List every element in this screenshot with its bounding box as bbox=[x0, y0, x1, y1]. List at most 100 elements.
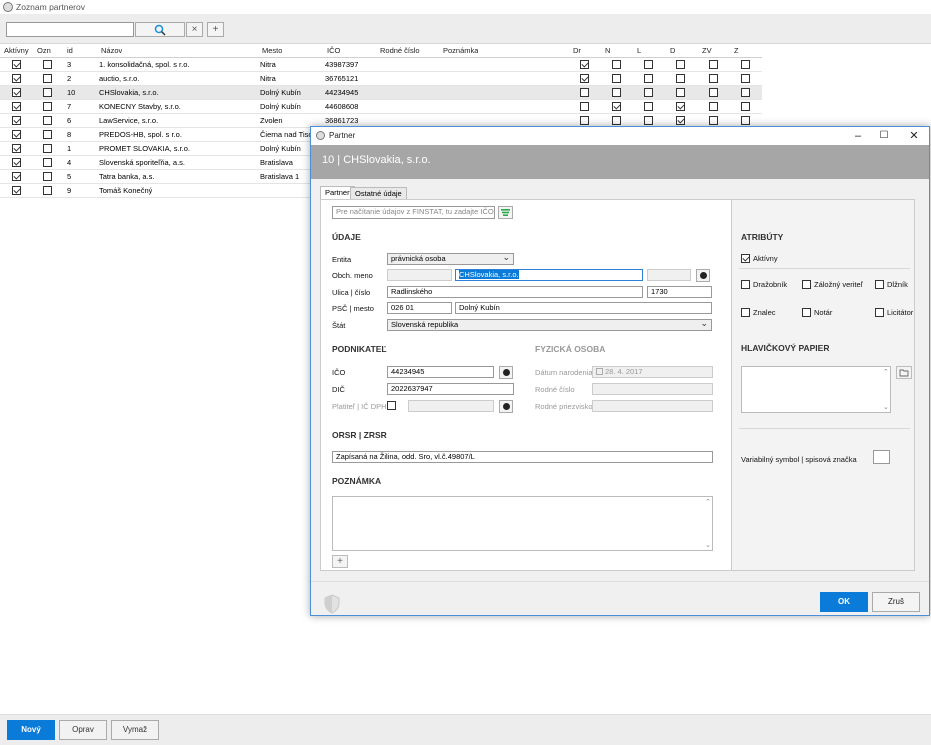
flag-cell-checkbox[interactable] bbox=[580, 116, 589, 125]
col-d[interactable]: D bbox=[670, 46, 675, 55]
flag-cell-checkbox[interactable] bbox=[676, 102, 685, 111]
aktivny-cell-checkbox[interactable] bbox=[12, 74, 21, 83]
aktivny-cell-checkbox[interactable] bbox=[12, 88, 21, 97]
aktivny-cell-checkbox[interactable] bbox=[12, 116, 21, 125]
drazobnik-checkbox[interactable] bbox=[741, 280, 750, 289]
zalozny-veritel-checkbox[interactable] bbox=[802, 280, 811, 289]
flag-cell-checkbox[interactable] bbox=[741, 88, 750, 97]
flag-cell-checkbox[interactable] bbox=[741, 116, 750, 125]
flag-cell-checkbox[interactable] bbox=[580, 60, 589, 69]
col-poznamka[interactable]: Poznámka bbox=[443, 46, 478, 55]
aktivny-cell-checkbox[interactable] bbox=[12, 172, 21, 181]
maximize-button[interactable]: ☐ bbox=[869, 129, 899, 143]
aktivny-cell-checkbox[interactable] bbox=[12, 158, 21, 167]
stat-select[interactable]: Slovenská republika bbox=[387, 319, 712, 331]
aktivny-cell-checkbox[interactable] bbox=[12, 102, 21, 111]
close-button[interactable]: ✕ bbox=[899, 129, 929, 143]
col-z[interactable]: Z bbox=[734, 46, 739, 55]
flag-cell-checkbox[interactable] bbox=[644, 116, 653, 125]
obch-meno-suffix-field[interactable] bbox=[647, 269, 691, 281]
ozn-cell-checkbox[interactable] bbox=[43, 144, 52, 153]
flag-cell-checkbox[interactable] bbox=[612, 74, 621, 83]
finstat-load-button[interactable] bbox=[498, 206, 513, 219]
flag-cell-checkbox[interactable] bbox=[709, 102, 718, 111]
psc-field[interactable]: 026 01 bbox=[387, 302, 452, 314]
col-ozn[interactable]: Ozn bbox=[37, 46, 51, 55]
search-button[interactable] bbox=[135, 22, 185, 37]
col-rodne-cislo[interactable]: Rodné číslo bbox=[380, 46, 420, 55]
col-aktivny[interactable]: Aktívny bbox=[4, 46, 29, 55]
ozn-cell-checkbox[interactable] bbox=[43, 74, 52, 83]
ulica-field[interactable]: Radlinského bbox=[387, 286, 643, 298]
rodne-cislo-field[interactable] bbox=[592, 383, 713, 395]
flag-cell-checkbox[interactable] bbox=[612, 88, 621, 97]
cancel-button[interactable]: Zruš bbox=[872, 592, 920, 612]
col-dr[interactable]: Dr bbox=[573, 46, 581, 55]
flag-cell-checkbox[interactable] bbox=[676, 88, 685, 97]
mesto-field[interactable]: Dolný Kubín bbox=[455, 302, 712, 314]
col-nazov[interactable]: Názov bbox=[101, 46, 122, 55]
hp-scroll-up-icon[interactable]: ⌃ bbox=[883, 368, 889, 376]
ozn-cell-checkbox[interactable] bbox=[43, 158, 52, 167]
aktivny-cell-checkbox[interactable] bbox=[12, 60, 21, 69]
entita-select[interactable]: právnická osoba bbox=[387, 253, 514, 265]
table-row[interactable]: 10 CHSlovakia, s.r.o. Dolný Kubín 44234945 bbox=[0, 86, 762, 100]
flag-cell-checkbox[interactable] bbox=[644, 88, 653, 97]
col-zv[interactable]: ZV bbox=[702, 46, 712, 55]
ozn-cell-checkbox[interactable] bbox=[43, 88, 52, 97]
flag-cell-checkbox[interactable] bbox=[580, 88, 589, 97]
ico-lookup-button[interactable] bbox=[499, 366, 513, 379]
table-row[interactable]: 3 1. konsolidačná, spol. s r.o. Nitra 43987… bbox=[0, 58, 762, 72]
ic-dph-lookup-button[interactable] bbox=[499, 400, 513, 413]
scroll-down-icon[interactable]: ⌄ bbox=[705, 541, 711, 549]
platitel-dph-checkbox[interactable] bbox=[387, 401, 396, 410]
obch-meno-prefix-field[interactable] bbox=[387, 269, 452, 281]
datum-enable-checkbox[interactable] bbox=[596, 368, 603, 375]
aktivny-cell-checkbox[interactable] bbox=[12, 186, 21, 195]
new-button[interactable]: Nový bbox=[7, 720, 55, 740]
add-filter-button[interactable]: + bbox=[207, 22, 224, 37]
flag-cell-checkbox[interactable] bbox=[644, 102, 653, 111]
datum-narodenia-field[interactable]: 28. 4. 2017 bbox=[592, 366, 713, 378]
aktivny-cell-checkbox[interactable] bbox=[12, 144, 21, 153]
obch-meno-field[interactable]: CHSlovakia, s.r.o. bbox=[455, 269, 643, 281]
edit-button[interactable]: Oprav bbox=[59, 720, 107, 740]
ic-dph-field[interactable] bbox=[408, 400, 494, 412]
notar-checkbox[interactable] bbox=[802, 308, 811, 317]
flag-cell-checkbox[interactable] bbox=[741, 60, 750, 69]
poznamka-textarea[interactable]: ⌃ ⌄ bbox=[332, 496, 713, 551]
hlavickovy-papier-box[interactable]: ⌃ ⌄ bbox=[741, 366, 891, 413]
variabilny-symbol-field[interactable] bbox=[873, 450, 890, 464]
ok-button[interactable]: OK bbox=[820, 592, 868, 612]
znalec-checkbox[interactable] bbox=[741, 308, 750, 317]
flag-cell-checkbox[interactable] bbox=[612, 60, 621, 69]
table-row[interactable]: 2 auctio, s.r.o. Nitra 36765121 bbox=[0, 72, 762, 86]
search-input[interactable] bbox=[6, 22, 134, 37]
ico-field[interactable]: 44234945 bbox=[387, 366, 494, 378]
flag-cell-checkbox[interactable] bbox=[580, 102, 589, 111]
col-ico[interactable]: IČO bbox=[327, 46, 340, 55]
delete-button[interactable]: Vymaž bbox=[111, 720, 159, 740]
dlznik-checkbox[interactable] bbox=[875, 280, 884, 289]
flag-cell-checkbox[interactable] bbox=[644, 60, 653, 69]
flag-cell-checkbox[interactable] bbox=[709, 74, 718, 83]
flag-cell-checkbox[interactable] bbox=[676, 60, 685, 69]
orsr-field[interactable]: Zapísaná na Žilina, odd. Sro, vl.č.49807… bbox=[332, 451, 713, 463]
aktivny-checkbox[interactable] bbox=[741, 254, 750, 263]
ozn-cell-checkbox[interactable] bbox=[43, 172, 52, 181]
col-id[interactable]: id bbox=[67, 46, 73, 55]
table-row[interactable]: 7 KONECNY Stavby, s.r.o. Dolný Kubín 446086… bbox=[0, 100, 762, 114]
flag-cell-checkbox[interactable] bbox=[644, 74, 653, 83]
ozn-cell-checkbox[interactable] bbox=[43, 186, 52, 195]
col-l[interactable]: L bbox=[637, 46, 641, 55]
flag-cell-checkbox[interactable] bbox=[676, 74, 685, 83]
hp-scroll-down-icon[interactable]: ⌄ bbox=[883, 403, 889, 411]
flag-cell-checkbox[interactable] bbox=[709, 116, 718, 125]
finstat-ico-input[interactable]: Pre načítanie údajov z FINSTAT, tu zadaj… bbox=[332, 206, 495, 219]
ozn-cell-checkbox[interactable] bbox=[43, 60, 52, 69]
cislo-field[interactable]: 1730 bbox=[647, 286, 712, 298]
flag-cell-checkbox[interactable] bbox=[612, 116, 621, 125]
add-poznamka-button[interactable]: + bbox=[332, 555, 348, 568]
flag-cell-checkbox[interactable] bbox=[580, 74, 589, 83]
rodne-priezvisko-field[interactable] bbox=[592, 400, 713, 412]
